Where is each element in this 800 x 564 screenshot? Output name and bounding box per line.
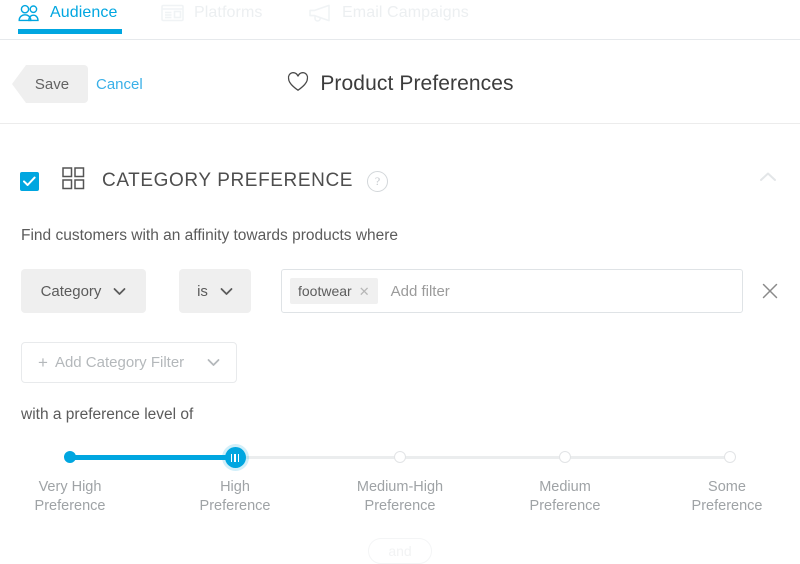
slider-label-1-line1: High (220, 479, 250, 495)
chevron-up-icon[interactable] (756, 168, 780, 186)
category-preference-checkbox[interactable] (20, 171, 39, 191)
top-navigation-bar: Audience Platforms Email Campaigns (0, 0, 800, 40)
tab-email-campaigns[interactable]: Email Campaigns (308, 0, 469, 40)
filter-operator-select[interactable]: is (179, 269, 251, 313)
cancel-button[interactable]: Cancel (96, 65, 143, 103)
plus-icon: + (38, 353, 48, 372)
filter-operator-label: is (197, 282, 208, 300)
section-title: CATEGORY PREFERENCE (102, 170, 354, 191)
slider-label-3-line2: Preference (529, 498, 601, 514)
slider-label-2-line1: Medium-High (356, 479, 444, 495)
chevron-down-icon (220, 283, 233, 300)
preference-level-text: with a preference level of (21, 406, 194, 423)
slider-label-2-line2: Preference (364, 498, 436, 514)
tab-platforms-label: Platforms (194, 4, 263, 21)
tab-email-campaigns-label: Email Campaigns (342, 4, 469, 21)
slider-label-2: Medium-High Preference (325, 478, 475, 516)
slider-tick-2[interactable] (394, 451, 406, 463)
slider-tick-3[interactable] (559, 451, 571, 463)
section-header: CATEGORY PREFERENCE ? (20, 166, 389, 196)
heart-outline-icon (286, 71, 310, 98)
slider-label-3-line1: Medium (539, 479, 591, 495)
close-icon[interactable]: ✕ (359, 285, 370, 298)
slider-label-4-line2: Preference (691, 498, 763, 514)
filter-chip-footwear[interactable]: footwear ✕ (290, 278, 378, 304)
tab-platforms[interactable]: Platforms (160, 0, 262, 40)
filter-input-placeholder: Add filter (390, 282, 450, 300)
section-lead-text: Find customers with an affinity towards … (21, 227, 399, 244)
megaphone-icon (308, 2, 334, 24)
and-connector-button[interactable]: and (368, 538, 432, 564)
slider-label-0-line1: Very High (38, 479, 102, 495)
chevron-down-icon (113, 283, 126, 300)
slider-label-3: Medium Preference (490, 478, 640, 516)
action-bar: Save Cancel Product Preferences (0, 41, 800, 124)
slider-label-1: High Preference (160, 478, 310, 516)
filter-field-label: Category (40, 282, 102, 300)
slider-fill (70, 455, 235, 460)
preference-level-slider[interactable]: Very High Preference High Preference Med… (0, 442, 800, 542)
slider-label-4: Some Preference (652, 478, 800, 516)
grid-squares-icon (61, 166, 86, 196)
slider-label-1-line2: Preference (199, 498, 271, 514)
filter-field-select[interactable]: Category (21, 269, 146, 313)
slider-label-0: Very High Preference (0, 478, 145, 516)
question-mark-icon[interactable]: ? (367, 170, 389, 192)
filter-chip-label: footwear (298, 283, 352, 299)
tab-audience[interactable]: Audience (16, 0, 118, 40)
remove-filter-row-button[interactable] (759, 280, 781, 302)
tab-audience-label: Audience (50, 4, 118, 21)
add-category-filter-label: Add Category Filter (54, 354, 185, 371)
slider-label-4-line1: Some (708, 479, 746, 495)
active-tab-indicator (18, 29, 122, 34)
save-button[interactable]: Save (12, 65, 88, 103)
page-title: Product Preferences (320, 72, 514, 95)
slider-tick-4[interactable] (724, 451, 736, 463)
chevron-down-icon (207, 354, 220, 371)
filter-value-input[interactable]: footwear ✕ Add filter (281, 269, 743, 313)
slider-handle[interactable] (224, 447, 246, 468)
layout-card-icon (160, 2, 186, 24)
category-preference-section: CATEGORY PREFERENCE ? Find customers wit… (0, 124, 800, 549)
people-icon (16, 2, 42, 24)
slider-tick-0[interactable] (64, 451, 76, 463)
slider-label-0-line2: Preference (34, 498, 106, 514)
filter-row: Category is footwear ✕ Add filter (21, 269, 781, 313)
add-category-filter-button[interactable]: + Add Category Filter (21, 342, 238, 383)
